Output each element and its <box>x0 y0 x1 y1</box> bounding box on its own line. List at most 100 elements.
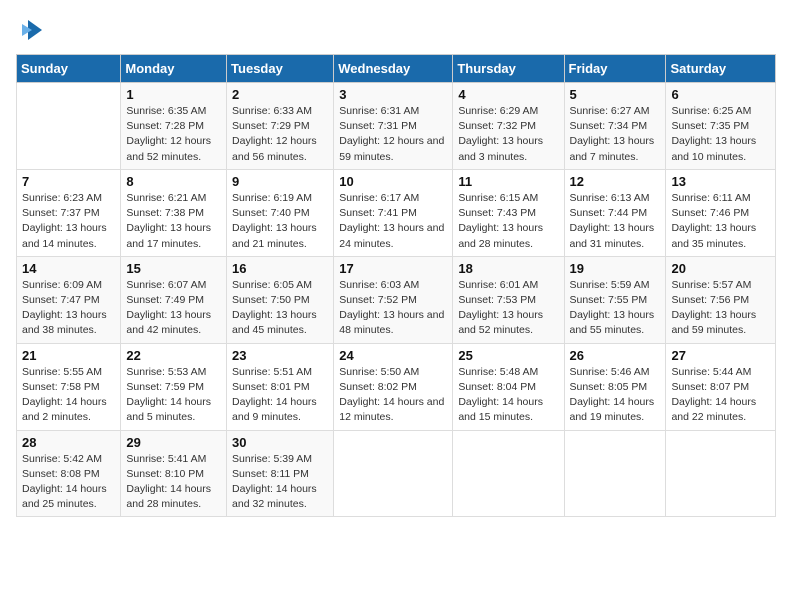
cell-info: Sunrise: 5:50 AMSunset: 8:02 PMDaylight:… <box>339 365 447 426</box>
day-number: 8 <box>126 174 221 189</box>
cell-info: Sunrise: 6:03 AMSunset: 7:52 PMDaylight:… <box>339 278 447 339</box>
cell-info: Sunrise: 6:11 AMSunset: 7:46 PMDaylight:… <box>671 191 770 252</box>
day-header-sunday: Sunday <box>17 55 121 83</box>
calendar-cell: 21 Sunrise: 5:55 AMSunset: 7:58 PMDayligh… <box>17 343 121 430</box>
day-number: 2 <box>232 87 328 102</box>
calendar-cell <box>564 430 666 517</box>
cell-info: Sunrise: 6:33 AMSunset: 7:29 PMDaylight:… <box>232 104 328 165</box>
day-number: 1 <box>126 87 221 102</box>
calendar-cell: 8 Sunrise: 6:21 AMSunset: 7:38 PMDaylight… <box>121 169 227 256</box>
cell-info: Sunrise: 5:39 AMSunset: 8:11 PMDaylight:… <box>232 452 328 513</box>
cell-info: Sunrise: 6:01 AMSunset: 7:53 PMDaylight:… <box>458 278 558 339</box>
day-number: 29 <box>126 435 221 450</box>
day-number: 22 <box>126 348 221 363</box>
calendar-cell: 17 Sunrise: 6:03 AMSunset: 7:52 PMDayligh… <box>334 256 453 343</box>
day-number: 11 <box>458 174 558 189</box>
cell-info: Sunrise: 5:57 AMSunset: 7:56 PMDaylight:… <box>671 278 770 339</box>
day-header-tuesday: Tuesday <box>227 55 334 83</box>
calendar-cell: 3 Sunrise: 6:31 AMSunset: 7:31 PMDaylight… <box>334 83 453 170</box>
calendar-cell: 9 Sunrise: 6:19 AMSunset: 7:40 PMDaylight… <box>227 169 334 256</box>
calendar-cell: 30 Sunrise: 5:39 AMSunset: 8:11 PMDayligh… <box>227 430 334 517</box>
calendar-cell: 2 Sunrise: 6:33 AMSunset: 7:29 PMDaylight… <box>227 83 334 170</box>
calendar-cell: 12 Sunrise: 6:13 AMSunset: 7:44 PMDayligh… <box>564 169 666 256</box>
calendar-cell: 4Sunrise: 6:29 AMSunset: 7:32 PMDaylight… <box>453 83 564 170</box>
day-number: 23 <box>232 348 328 363</box>
calendar-cell <box>666 430 776 517</box>
day-number: 20 <box>671 261 770 276</box>
day-number: 3 <box>339 87 447 102</box>
cell-info: Sunrise: 6:21 AMSunset: 7:38 PMDaylight:… <box>126 191 221 252</box>
cell-info: Sunrise: 5:51 AMSunset: 8:01 PMDaylight:… <box>232 365 328 426</box>
cell-info: Sunrise: 5:41 AMSunset: 8:10 PMDaylight:… <box>126 452 221 513</box>
day-header-saturday: Saturday <box>666 55 776 83</box>
calendar-cell <box>453 430 564 517</box>
cell-info: Sunrise: 6:27 AMSunset: 7:34 PMDaylight:… <box>570 104 661 165</box>
calendar-cell: 29 Sunrise: 5:41 AMSunset: 8:10 PMDayligh… <box>121 430 227 517</box>
calendar-cell: 28 Sunrise: 5:42 AMSunset: 8:08 PMDayligh… <box>17 430 121 517</box>
cell-info: Sunrise: 5:59 AMSunset: 7:55 PMDaylight:… <box>570 278 661 339</box>
calendar-cell: 10 Sunrise: 6:17 AMSunset: 7:41 PMDayligh… <box>334 169 453 256</box>
calendar-cell: 22Sunrise: 5:53 AMSunset: 7:59 PMDayligh… <box>121 343 227 430</box>
day-number: 15 <box>126 261 221 276</box>
cell-info: Sunrise: 6:05 AMSunset: 7:50 PMDaylight:… <box>232 278 328 339</box>
day-number: 26 <box>570 348 661 363</box>
day-header-monday: Monday <box>121 55 227 83</box>
cell-info: Sunrise: 6:31 AMSunset: 7:31 PMDaylight:… <box>339 104 447 165</box>
week-row-3: 14Sunrise: 6:09 AMSunset: 7:47 PMDayligh… <box>17 256 776 343</box>
calendar-cell: 25Sunrise: 5:48 AMSunset: 8:04 PMDayligh… <box>453 343 564 430</box>
cell-info: Sunrise: 5:46 AMSunset: 8:05 PMDaylight:… <box>570 365 661 426</box>
calendar-cell: 20 Sunrise: 5:57 AMSunset: 7:56 PMDayligh… <box>666 256 776 343</box>
day-number: 4 <box>458 87 558 102</box>
day-header-wednesday: Wednesday <box>334 55 453 83</box>
cell-info: Sunrise: 6:19 AMSunset: 7:40 PMDaylight:… <box>232 191 328 252</box>
calendar-cell: 26 Sunrise: 5:46 AMSunset: 8:05 PMDayligh… <box>564 343 666 430</box>
day-number: 24 <box>339 348 447 363</box>
day-number: 21 <box>22 348 115 363</box>
cell-info: Sunrise: 5:55 AMSunset: 7:58 PMDaylight:… <box>22 365 115 426</box>
week-row-5: 28 Sunrise: 5:42 AMSunset: 8:08 PMDayligh… <box>17 430 776 517</box>
week-row-2: 7 Sunrise: 6:23 AMSunset: 7:37 PMDaylight… <box>17 169 776 256</box>
cell-info: Sunrise: 6:15 AMSunset: 7:43 PMDaylight:… <box>458 191 558 252</box>
cell-info: Sunrise: 5:44 AMSunset: 8:07 PMDaylight:… <box>671 365 770 426</box>
calendar-cell: 27 Sunrise: 5:44 AMSunset: 8:07 PMDayligh… <box>666 343 776 430</box>
calendar-cell <box>334 430 453 517</box>
calendar-cell: 18 Sunrise: 6:01 AMSunset: 7:53 PMDayligh… <box>453 256 564 343</box>
day-number: 30 <box>232 435 328 450</box>
calendar-table: SundayMondayTuesdayWednesdayThursdayFrid… <box>16 54 776 517</box>
cell-info: Sunrise: 5:42 AMSunset: 8:08 PMDaylight:… <box>22 452 115 513</box>
day-number: 6 <box>671 87 770 102</box>
header <box>16 16 776 44</box>
day-header-friday: Friday <box>564 55 666 83</box>
calendar-cell: 19Sunrise: 5:59 AMSunset: 7:55 PMDayligh… <box>564 256 666 343</box>
calendar-cell: 5 Sunrise: 6:27 AMSunset: 7:34 PMDaylight… <box>564 83 666 170</box>
calendar-cell: 7 Sunrise: 6:23 AMSunset: 7:37 PMDaylight… <box>17 169 121 256</box>
day-number: 27 <box>671 348 770 363</box>
week-row-1: 1Sunrise: 6:35 AMSunset: 7:28 PMDaylight… <box>17 83 776 170</box>
day-number: 18 <box>458 261 558 276</box>
day-number: 5 <box>570 87 661 102</box>
cell-info: Sunrise: 6:17 AMSunset: 7:41 PMDaylight:… <box>339 191 447 252</box>
cell-info: Sunrise: 6:23 AMSunset: 7:37 PMDaylight:… <box>22 191 115 252</box>
day-number: 28 <box>22 435 115 450</box>
calendar-cell: 11 Sunrise: 6:15 AMSunset: 7:43 PMDayligh… <box>453 169 564 256</box>
day-number: 12 <box>570 174 661 189</box>
day-number: 17 <box>339 261 447 276</box>
day-number: 14 <box>22 261 115 276</box>
week-row-4: 21 Sunrise: 5:55 AMSunset: 7:58 PMDayligh… <box>17 343 776 430</box>
day-number: 9 <box>232 174 328 189</box>
calendar-cell: 23 Sunrise: 5:51 AMSunset: 8:01 PMDayligh… <box>227 343 334 430</box>
logo <box>16 16 46 44</box>
calendar-cell: 15 Sunrise: 6:07 AMSunset: 7:49 PMDayligh… <box>121 256 227 343</box>
day-number: 7 <box>22 174 115 189</box>
day-number: 10 <box>339 174 447 189</box>
calendar-cell: 1Sunrise: 6:35 AMSunset: 7:28 PMDaylight… <box>121 83 227 170</box>
cell-info: Sunrise: 6:25 AMSunset: 7:35 PMDaylight:… <box>671 104 770 165</box>
day-number: 16 <box>232 261 328 276</box>
calendar-cell: 24 Sunrise: 5:50 AMSunset: 8:02 PMDayligh… <box>334 343 453 430</box>
calendar-cell: 13Sunrise: 6:11 AMSunset: 7:46 PMDayligh… <box>666 169 776 256</box>
cell-info: Sunrise: 6:07 AMSunset: 7:49 PMDaylight:… <box>126 278 221 339</box>
calendar-cell: 6 Sunrise: 6:25 AMSunset: 7:35 PMDaylight… <box>666 83 776 170</box>
day-header-thursday: Thursday <box>453 55 564 83</box>
calendar-cell: 16 Sunrise: 6:05 AMSunset: 7:50 PMDayligh… <box>227 256 334 343</box>
cell-info: Sunrise: 6:13 AMSunset: 7:44 PMDaylight:… <box>570 191 661 252</box>
